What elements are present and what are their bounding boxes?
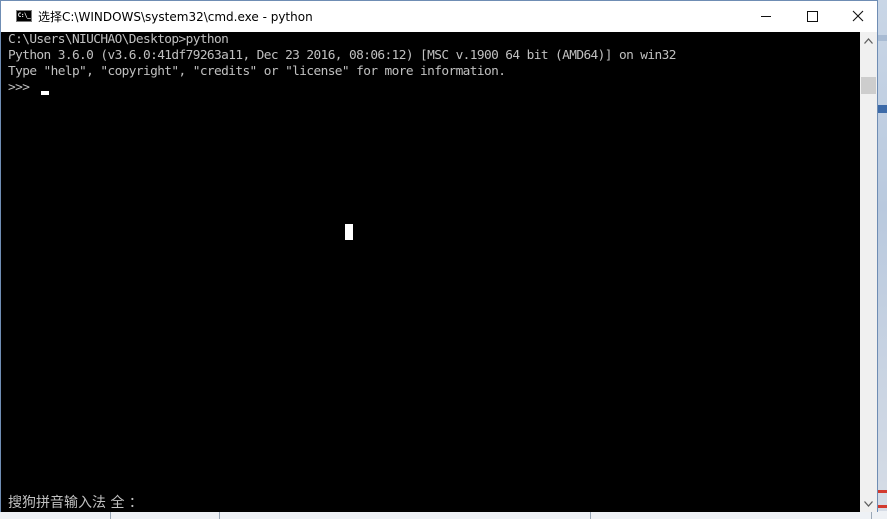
console-line: Python 3.6.0 (v3.6.0:41df79263a11, Dec 2…: [8, 48, 676, 63]
console-output[interactable]: C:\Users\NIUCHAO\Desktop>python Python 3…: [1, 32, 860, 512]
maximize-icon: [806, 10, 818, 22]
cmd-icon[interactable]: C:\_: [16, 10, 32, 22]
title-bar[interactable]: C:\_ 选择C:\WINDOWS\system32\cmd.exe - pyt…: [1, 1, 877, 32]
mouse-text-caret: [345, 224, 353, 240]
vertical-scrollbar[interactable]: [860, 32, 877, 512]
cmd-window: C:\_ 选择C:\WINDOWS\system32\cmd.exe - pyt…: [0, 0, 878, 512]
console-line: Type "help", "copyright", "credits" or "…: [8, 64, 506, 79]
maximize-button[interactable]: [789, 1, 835, 31]
ime-status: 搜狗拼音输入法 全 ：: [8, 495, 143, 511]
desktop-background: [877, 0, 887, 519]
chevron-down-icon: [864, 500, 873, 507]
background-taskbar-area: [0, 511, 887, 519]
scroll-down-button[interactable]: [860, 495, 877, 512]
console-line: C:\Users\NIUCHAO\Desktop>python: [8, 32, 229, 47]
chevron-up-icon: [864, 37, 873, 44]
minimize-icon: [761, 15, 771, 17]
scroll-thumb[interactable]: [861, 77, 876, 94]
window-title: 选择C:\WINDOWS\system32\cmd.exe - python: [38, 10, 313, 24]
console-prompt: >>>: [8, 80, 37, 95]
close-icon: [852, 10, 864, 22]
text-cursor: [41, 91, 49, 95]
minimize-button[interactable]: [743, 1, 789, 31]
scroll-up-button[interactable]: [860, 32, 877, 49]
close-button[interactable]: [835, 1, 881, 31]
